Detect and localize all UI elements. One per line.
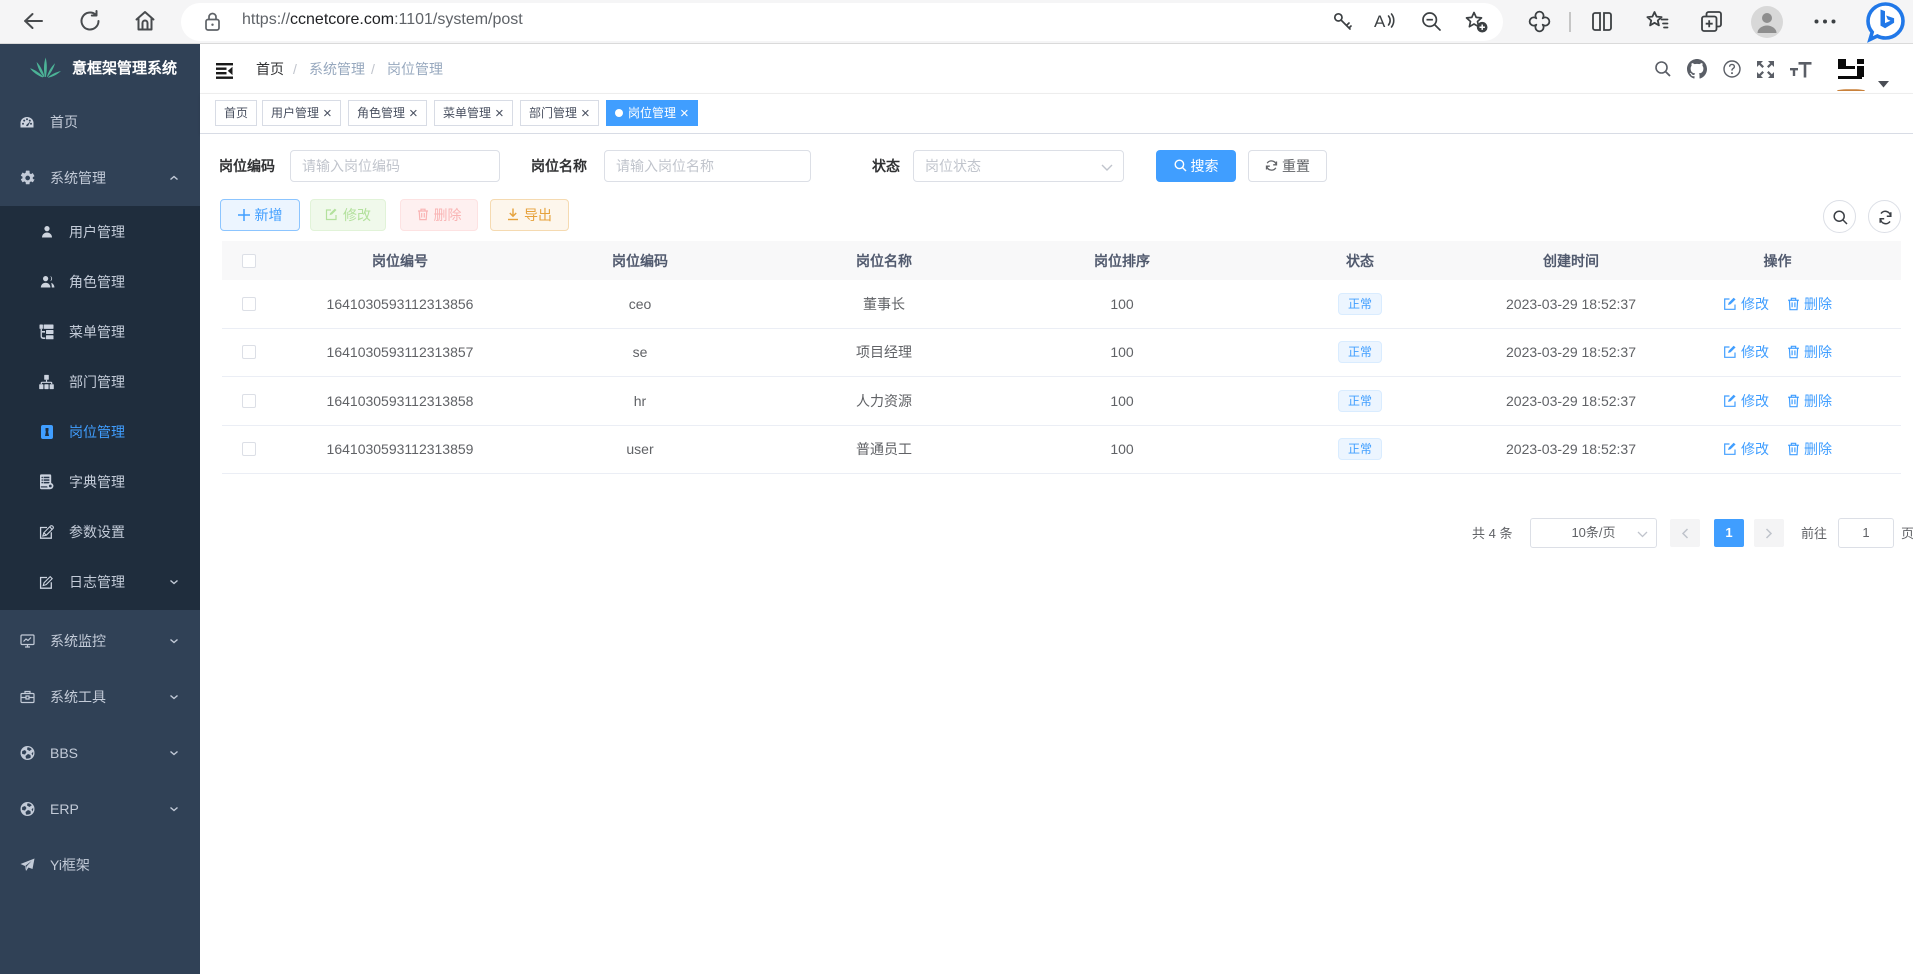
svg-text:A: A <box>1374 12 1386 31</box>
